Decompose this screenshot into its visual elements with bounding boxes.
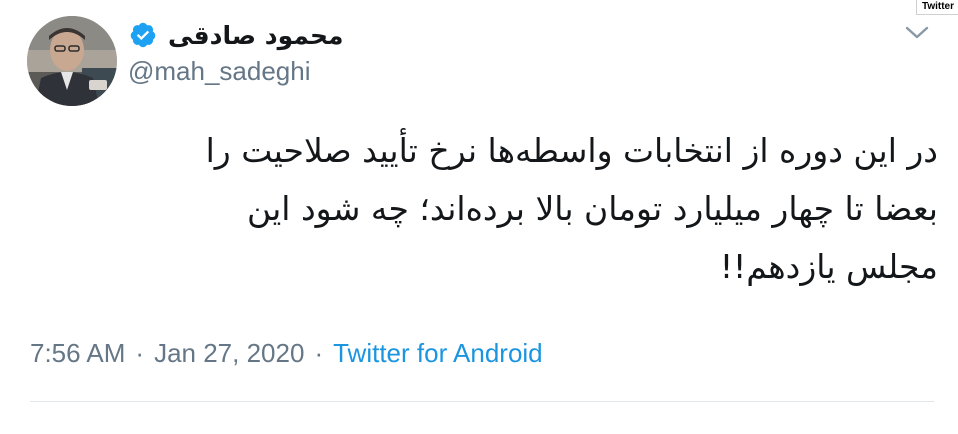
avatar[interactable] — [27, 16, 117, 106]
tweet-time[interactable]: 7:56 AM — [30, 338, 125, 369]
display-name[interactable]: محمود صادقی — [168, 21, 344, 50]
verified-badge-icon — [128, 20, 158, 50]
twitter-watermark: Twitter — [915, 0, 958, 15]
divider — [30, 401, 934, 402]
tweet-meta: 7:56 AM · Jan 27, 2020 · Twitter for And… — [30, 336, 543, 370]
avatar-photo — [27, 16, 117, 106]
tweet-card: Twitter محمود صادقی @mah_sadeghi در این … — [0, 0, 958, 434]
tweet-source-link[interactable]: Twitter for Android — [333, 338, 543, 369]
tweet-text: در این دوره از انتخابات واسطه‌ها نرخ تأی… — [205, 131, 938, 286]
user-handle[interactable]: @mah_sadeghi — [128, 56, 311, 87]
meta-separator: · — [135, 337, 145, 368]
tweet-date[interactable]: Jan 27, 2020 — [154, 338, 304, 369]
user-name-row[interactable]: محمود صادقی — [128, 18, 344, 52]
meta-separator: · — [314, 337, 324, 368]
chevron-down-icon[interactable] — [902, 22, 932, 44]
